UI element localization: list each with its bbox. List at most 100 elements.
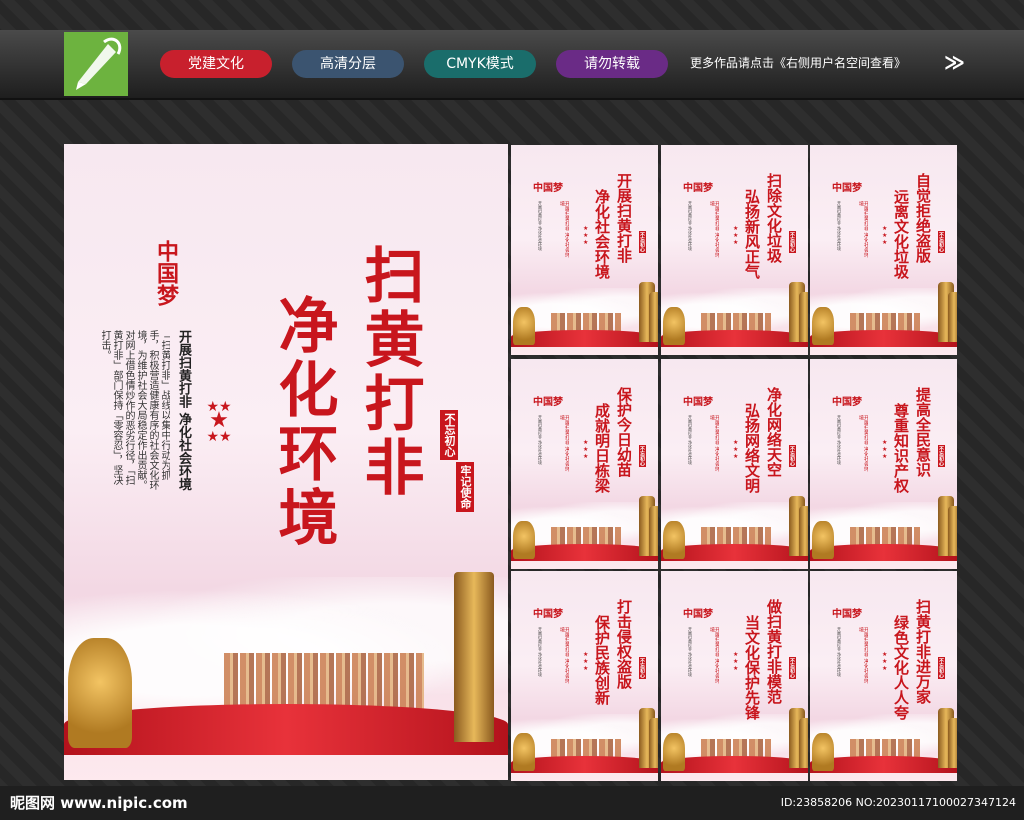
small-title-line-2: 绿色文化人人夸 [892,615,910,720]
star-decoration: ★ ★ ★ [583,651,589,672]
star-decoration: ★ ★ ★ [733,439,739,460]
small-poster: 中国梦 开展扫黄打非 净化社会环境 开展扫黄打非 净化社会环境 保护今日幼苗 成… [511,359,658,569]
small-subtitle: 开展扫黄打非 净化社会环境 [709,201,719,258]
small-title-line-1: 开展扫黄打非 [615,173,633,263]
slogan-badge-2: 牢记使命 [456,462,474,512]
site-watermark: 昵图网 www.nipic.com [10,794,188,812]
star-decoration: ★ ★ ★ [583,225,589,246]
china-dream-logo: 中国梦 [832,609,862,620]
small-title-line-1: 打击侵权盗版 [615,599,633,689]
small-title-line-2: 弘扬新风正气 [743,189,761,279]
small-body-text: 开展扫黄打非 净化社会环境 [538,415,543,465]
slogan-badge: 不忘初心 [639,445,646,467]
small-title-line-2: 成就明日栋梁 [593,403,611,493]
main-subtitle: 开展扫黄打非 净化社会环境 [176,330,191,491]
star-decoration: ★ ★ ★ [882,651,888,672]
stone-lion [663,306,685,345]
small-title-line-1: 保护今日幼苗 [615,387,633,477]
city-skyline [224,652,424,711]
china-dream-logo: 中国梦 [683,609,713,620]
small-poster: 中国梦 开展扫黄打非 净化社会环境 开展扫黄打非 净化社会环境 扫除文化垃圾 弘… [661,145,808,355]
china-dream-logo: 中国梦 [832,397,862,408]
stone-lion [663,520,685,559]
china-dream-logo: 中国梦 [683,397,713,408]
huabiao-pillar [649,506,658,557]
small-subtitle: 开展扫黄打非 净化社会环境 [709,627,719,684]
tag-button-cmyk[interactable]: CMYK模式 [424,50,536,78]
slogan-badge: 不忘初心 [639,657,646,679]
slogan-badge: 不忘初心 [938,657,945,679]
small-poster: 中国梦 开展扫黄打非 净化社会环境 开展扫黄打非 净化社会环境 自觉拒绝盗版 远… [810,145,957,355]
huabiao-pillar [649,292,658,343]
star-decoration: ★ ★ ★ [882,439,888,460]
double-arrow-icon[interactable]: ≫ [944,50,965,74]
small-subtitle: 开展扫黄打非 净化社会环境 [559,415,569,472]
slogan-badge: 不忘初心 [789,231,796,253]
small-subtitle: 开展扫黄打非 净化社会环境 [858,627,868,684]
small-subtitle: 开展扫黄打非 净化社会环境 [858,201,868,258]
small-subtitle: 开展扫黄打非 净化社会环境 [709,415,719,472]
small-body-text: 开展扫黄打非 净化社会环境 [837,627,842,677]
main-title-line-1: 扫黄打非 [354,244,424,500]
slogan-badge-1: 不忘初心 [440,410,458,460]
small-body-text: 开展扫黄打非 净化社会环境 [688,627,693,677]
small-poster: 中国梦 开展扫黄打非 净化社会环境 开展扫黄打非 净化社会环境 提高全民意识 尊… [810,359,957,569]
more-works-link[interactable]: 更多作品请点击《右侧用户名空间查看》 [690,54,906,71]
china-dream-logo: 中国梦 [533,397,563,408]
stone-lion [812,520,834,559]
huabiao-pillar [948,292,957,343]
star-decoration: ★ ★ ★ [733,651,739,672]
small-poster: 中国梦 开展扫黄打非 净化社会环境 开展扫黄打非 净化社会环境 扫黄打非进万家 … [810,571,957,781]
main-body-text: 「扫黄打非」战线以集中行动为抓手，积极营造健康有序的社会文化环境，为维护社会大局… [99,330,170,490]
small-title-line-1: 扫黄打非进万家 [914,599,932,704]
small-title-line-1: 净化网络天空 [765,387,783,477]
small-subtitle: 开展扫黄打非 净化社会环境 [559,627,569,684]
huabiao-pillar [799,718,808,769]
small-title-line-2: 尊重知识产权 [892,403,910,493]
small-title-line-2: 远离文化垃圾 [892,189,910,279]
main-title-line-2: 净化环境 [268,294,338,550]
huabiao-pillar [799,292,808,343]
star-decoration: ★ ★ ★ [733,225,739,246]
stone-lion [68,638,132,749]
small-title-line-1: 扫除文化垃圾 [765,173,783,263]
small-body-text: 开展扫黄打非 净化社会环境 [688,415,693,465]
tag-button-no-repost[interactable]: 请勿转载 [556,50,668,78]
slogan-badge: 不忘初心 [938,231,945,253]
small-poster: 中国梦 开展扫黄打非 净化社会环境 开展扫黄打非 净化社会环境 打击侵权盗版 保… [511,571,658,781]
star-decoration: ★★ ★ ★★ [206,399,232,445]
huabiao-pillar [948,506,957,557]
huabiao-pillar [649,718,658,769]
site-logo [64,32,128,96]
china-dream-logo: 中国梦 [533,609,563,620]
small-title-line-2: 净化社会环境 [593,189,611,279]
slogan-badge: 不忘初心 [789,445,796,467]
small-body-text: 开展扫黄打非 净化社会环境 [688,201,693,251]
china-dream-logo: 中国梦 [153,240,179,306]
small-poster: 中国梦 开展扫黄打非 净化社会环境 开展扫黄打非 净化社会环境 开展扫黄打非 净… [511,145,658,355]
stone-lion [513,306,535,345]
slogan-badge: 不忘初心 [938,445,945,467]
small-body-text: 开展扫黄打非 净化社会环境 [538,627,543,677]
image-id: ID:23858206 NO:20230117100027347124 [780,796,1016,809]
stone-lion [513,520,535,559]
china-dream-logo: 中国梦 [683,183,713,194]
stone-lion [812,732,834,771]
slogan-badge: 不忘初心 [639,231,646,253]
china-dream-logo: 中国梦 [832,183,862,194]
china-dream-logo: 中国梦 [533,183,563,194]
huabiao-pillar [799,506,808,557]
small-title-line-1: 提高全民意识 [914,387,932,477]
star-decoration: ★ ★ ★ [882,225,888,246]
tag-button-hd-layers[interactable]: 高清分层 [292,50,404,78]
tag-button-party[interactable]: 党建文化 [160,50,272,78]
stone-lion [513,732,535,771]
small-title-line-2: 弘扬网络文明 [743,403,761,493]
small-body-text: 开展扫黄打非 净化社会环境 [837,415,842,465]
small-title-line-2: 保护民族创新 [593,615,611,705]
footer-bar: 昵图网 www.nipic.com ID:23858206 NO:2023011… [0,786,1024,820]
huabiao-pillar [454,571,494,742]
small-subtitle: 开展扫黄打非 净化社会环境 [559,201,569,258]
slogan-badge: 不忘初心 [789,657,796,679]
star-decoration: ★ ★ ★ [583,439,589,460]
